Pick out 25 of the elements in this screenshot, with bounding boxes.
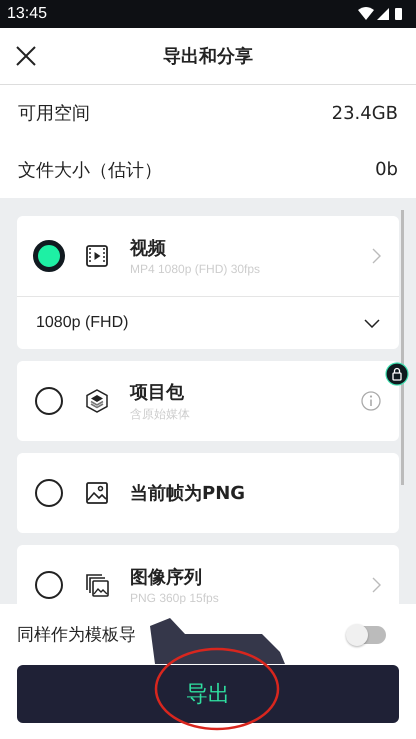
- radio-button[interactable]: [35, 479, 63, 507]
- option-title: 图像序列: [130, 566, 203, 589]
- layers-icon: [85, 389, 109, 413]
- option-title: 视频: [130, 237, 167, 260]
- resolution-dropdown[interactable]: 1080p (FHD): [17, 296, 399, 349]
- radio-button[interactable]: [33, 240, 65, 272]
- export-option-card[interactable]: 当前帧为PNG: [17, 453, 399, 533]
- scrollbar[interactable]: [401, 210, 404, 485]
- close-icon[interactable]: [16, 46, 36, 66]
- info-label: 可用空间: [18, 102, 90, 126]
- option-title: 项目包: [130, 380, 185, 404]
- page-title: 导出和分享: [163, 45, 253, 68]
- radio-button[interactable]: [35, 387, 63, 415]
- info-value: 23.4GB: [332, 102, 398, 124]
- info-label: 文件大小（估计）: [18, 158, 162, 182]
- export-button[interactable]: 导出: [17, 665, 399, 723]
- film-icon: [85, 244, 109, 268]
- status-time: 13:45: [7, 5, 48, 23]
- info-value: 0b: [375, 159, 398, 180]
- radio-button[interactable]: [35, 571, 63, 599]
- image-icon: [85, 481, 109, 505]
- option-title: 当前帧为PNG: [130, 482, 246, 505]
- template-toggle-label: 同样作为模板导: [17, 624, 136, 646]
- images-stack-icon: [85, 573, 109, 597]
- chevron-down-icon: [364, 318, 380, 328]
